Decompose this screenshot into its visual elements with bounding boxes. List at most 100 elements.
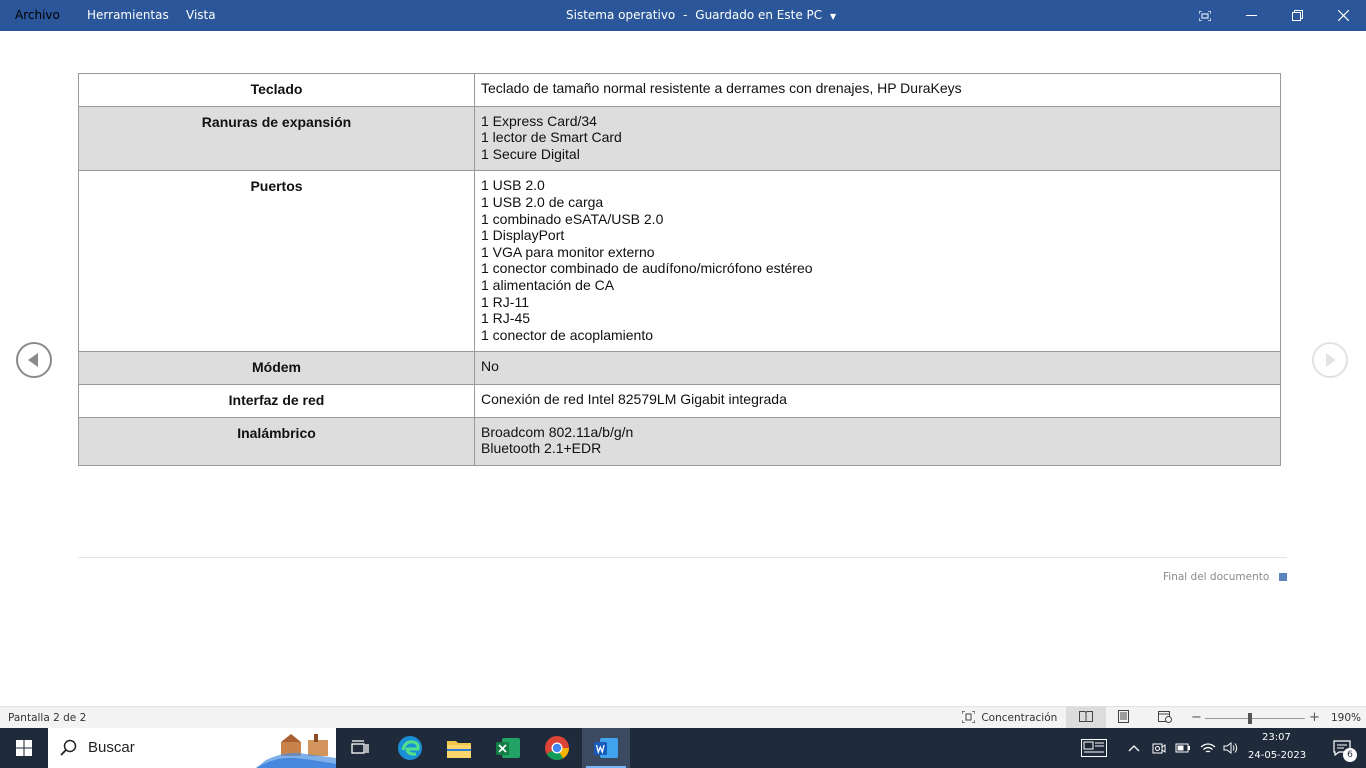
next-screen-button[interactable]: [1312, 342, 1348, 378]
spec-value-line: Teclado de tamaño normal resistente a de…: [481, 80, 962, 96]
spec-value-cell: 1 Express Card/34 1 lector de Smart Card 1…: [474, 105, 1281, 172]
excel-icon: [496, 738, 520, 758]
spec-label-cell: Puertos: [78, 170, 475, 353]
minimize-button[interactable]: [1228, 0, 1274, 31]
restore-button[interactable]: [1274, 0, 1320, 31]
previous-screen-button[interactable]: [16, 342, 52, 378]
search-icon: [60, 739, 77, 756]
taskbar-search[interactable]: Buscar: [48, 728, 336, 768]
table-row: Teclado Teclado de tamaño normal resisten…: [78, 73, 1281, 107]
web-layout-icon: [1158, 711, 1172, 723]
zoom-slider[interactable]: [1205, 707, 1305, 729]
zoom-level[interactable]: 190%: [1331, 707, 1361, 729]
spec-value-line: 1 conector de acoplamiento: [481, 326, 653, 343]
spec-label: Puertos: [250, 178, 303, 195]
specifications-table: Teclado Teclado de tamaño normal resisten…: [78, 73, 1281, 466]
focus-button[interactable]: Concentración: [961, 707, 1058, 729]
chrome-icon: [545, 736, 569, 761]
windows-logo-icon: [16, 740, 32, 756]
triangle-right-icon: [1326, 353, 1336, 367]
table-row: Ranuras de expansión 1 Express Card/34 1 l…: [78, 105, 1281, 172]
save-status: Guardado en Este PC: [695, 8, 823, 22]
task-view-button[interactable]: [336, 728, 384, 768]
spec-value-line: 1 combinado eSATA/USB 2.0: [481, 210, 664, 227]
title-bar: Archivo Herramientas Vista Sistema opera…: [0, 0, 1366, 31]
table-row: Módem No: [78, 351, 1281, 385]
document-name: Sistema operativo: [566, 8, 676, 22]
start-button[interactable]: [0, 728, 48, 768]
status-bar: Pantalla 2 de 2 Concentración − + 190%: [0, 706, 1366, 729]
title-separator: -: [683, 8, 688, 22]
table-row: Interfaz de red Conexión de red Intel 825…: [78, 383, 1281, 418]
spec-value-line: 1 RJ-11: [481, 293, 529, 310]
spec-value-line: Broadcom 802.11a/b/g/n: [481, 423, 634, 440]
excel-app-button[interactable]: [484, 728, 532, 768]
page-icon: [1118, 710, 1129, 723]
end-of-document-label: Final del documento: [1163, 571, 1270, 583]
edge-app-button[interactable]: [386, 728, 434, 768]
spec-value-line: Bluetooth 2.1+EDR: [481, 440, 602, 457]
spec-label-cell: Inalámbrico: [78, 416, 475, 466]
zoom-slider-track: [1205, 718, 1305, 719]
spec-value-cell: Teclado de tamaño normal resistente a de…: [474, 73, 1281, 107]
spec-label: Módem: [252, 359, 301, 376]
word-app-button[interactable]: [582, 728, 630, 768]
search-highlight-illustration: [256, 734, 336, 768]
spec-value-cell: Conexión de red Intel 82579LM Gigabit in…: [474, 383, 1281, 418]
folder-icon: [447, 741, 471, 758]
spec-value-line: No: [481, 358, 499, 375]
spec-value-line: 1 DisplayPort: [481, 227, 565, 244]
zoom-slider-thumb[interactable]: [1248, 713, 1252, 724]
notification-center-button[interactable]: 6: [1318, 728, 1366, 768]
taskbar: Buscar 23:07 24-05-2023 6: [0, 728, 1366, 768]
print-layout-button[interactable]: [1118, 707, 1129, 729]
spec-label-cell: Interfaz de red: [78, 383, 475, 418]
spec-value-line: 1 USB 2.0 de carga: [481, 193, 604, 210]
word-icon: [594, 738, 618, 758]
book-icon: [1079, 711, 1093, 723]
spec-label: Interfaz de red: [228, 391, 325, 408]
triangle-left-icon: [28, 353, 38, 367]
clock-date[interactable]: 24-05-2023: [1248, 750, 1306, 761]
document-reading-area: Teclado Teclado de tamaño normal resisten…: [0, 31, 1366, 706]
battery-button[interactable]: [1172, 728, 1194, 768]
show-hidden-icons-button[interactable]: [1122, 728, 1146, 768]
network-button[interactable]: [1197, 728, 1219, 768]
document-title[interactable]: Sistema operativo - Guardado en Este PC …: [566, 0, 836, 31]
meet-now-button[interactable]: [1148, 728, 1170, 768]
web-layout-button[interactable]: [1158, 707, 1172, 729]
spec-value-line: 1 lector de Smart Card: [481, 129, 622, 146]
spec-value-line: 1 USB 2.0: [481, 177, 545, 194]
menu-archivo[interactable]: Archivo: [15, 0, 60, 30]
table-row: Puertos 1 USB 2.0 1 USB 2.0 de carga 1 comb…: [78, 170, 1281, 353]
spec-value-cell: Broadcom 802.11a/b/g/n Bluetooth 2.1+EDR: [474, 416, 1281, 466]
focus-mode-button[interactable]: [1182, 0, 1228, 31]
focus-icon: [961, 710, 976, 724]
clock-time[interactable]: 23:07: [1262, 732, 1291, 743]
news-widget-button[interactable]: [1070, 728, 1118, 768]
document-end-divider: [78, 557, 1287, 558]
chevron-down-icon: ▼: [829, 12, 837, 21]
news-icon: [1081, 739, 1107, 757]
spec-value-cell: 1 USB 2.0 1 USB 2.0 de carga 1 combinado e…: [474, 170, 1281, 353]
restore-icon: [1291, 10, 1303, 21]
file-explorer-button[interactable]: [435, 728, 483, 768]
spec-value-line: 1 Secure Digital: [481, 145, 580, 162]
zoom-out-button[interactable]: −: [1191, 707, 1202, 729]
menu-herramientas[interactable]: Herramientas: [87, 0, 169, 30]
spec-value-line: 1 alimentación de CA: [481, 276, 615, 293]
spec-value-line: 1 RJ-45: [481, 310, 531, 327]
focus-label: Concentración: [981, 712, 1058, 724]
spec-value-cell: No: [474, 351, 1281, 385]
task-view-icon: [351, 740, 369, 754]
chrome-app-button[interactable]: [533, 728, 581, 768]
spec-label-cell: Módem: [78, 351, 475, 385]
volume-button[interactable]: [1220, 728, 1242, 768]
close-icon: [1337, 10, 1349, 21]
read-mode-button[interactable]: [1066, 707, 1106, 729]
menu-vista[interactable]: Vista: [186, 0, 216, 30]
zoom-in-button[interactable]: +: [1309, 707, 1320, 729]
close-button[interactable]: [1320, 0, 1366, 31]
search-placeholder: Buscar: [88, 739, 135, 756]
battery-icon: [1175, 743, 1190, 753]
